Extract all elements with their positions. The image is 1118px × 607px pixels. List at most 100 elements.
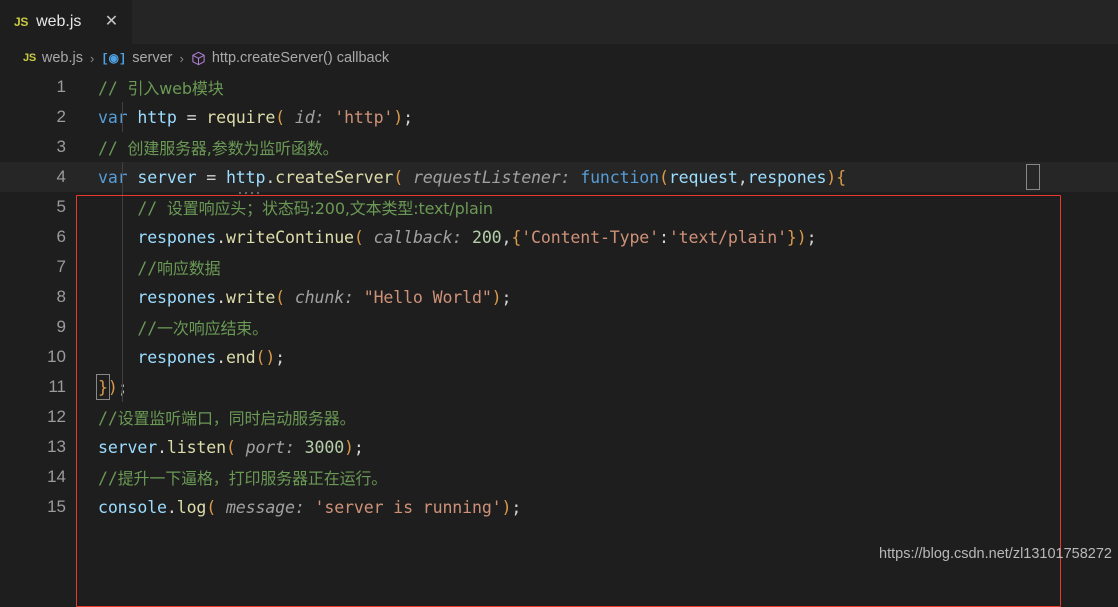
code-text: respones.end(); <box>66 348 1118 367</box>
code-line[interactable]: 9 //一次响应结束。 <box>0 312 1118 342</box>
code-text: console.log( message: 'server is running… <box>66 498 1118 517</box>
close-icon[interactable]: ✕ <box>103 14 119 30</box>
code-token: var <box>98 167 128 187</box>
code-token: write <box>225 287 276 307</box>
code-text: //提升一下逼格，打印服务器正在运行。 <box>66 465 1118 489</box>
cube-symbol-icon <box>191 51 206 66</box>
code-token: ; <box>275 347 286 367</box>
code-token: } <box>786 227 797 247</box>
code-token: 响应数据 <box>157 259 221 278</box>
line-number: 6 <box>56 227 66 246</box>
code-line[interactable]: 14//提升一下逼格，打印服务器正在运行。 <box>0 462 1118 492</box>
code-token: message: <box>225 497 305 517</box>
code-text: // 创建服务器,参数为监听函数。 <box>66 135 1118 159</box>
code-line[interactable]: 10 respones.end(); <box>0 342 1118 372</box>
code-line[interactable]: 15 console.log( message: 'server is runni… <box>0 492 1118 522</box>
code-line[interactable]: 2 var http = require( id: 'http'); <box>0 102 1118 132</box>
code-token: callback: <box>373 227 463 247</box>
code-token: // <box>98 319 158 338</box>
line-number: 8 <box>56 287 66 306</box>
code-token: // <box>98 259 158 278</box>
breadcrumb: JS web.js › [◉] server › http.createServ… <box>0 44 1118 72</box>
breadcrumb-item-file[interactable]: web.js <box>42 50 83 66</box>
code-token: . <box>216 347 226 367</box>
code-token: ) <box>265 347 276 367</box>
code-token: console <box>98 497 167 517</box>
code-line[interactable]: 3// 创建服务器,参数为监听函数。 <box>0 132 1118 162</box>
code-line[interactable]: 5 // 设置响应头；状态码:200,文本类型:text/plain <box>0 192 1118 222</box>
breadcrumb-item-server[interactable]: server <box>132 50 172 66</box>
code-line[interactable]: 13 server.listen( port: 3000); <box>0 432 1118 462</box>
code-token: require <box>206 107 276 127</box>
code-line[interactable]: 1// 引入web模块 <box>0 72 1118 102</box>
code-token: : <box>658 227 669 247</box>
code-token: "Hello World" <box>363 287 492 307</box>
code-token: listen <box>166 437 226 457</box>
code-token: ; <box>511 497 522 517</box>
code-text: // 设置响应头；状态码:200,文本类型:text/plain <box>66 195 1118 219</box>
indent-guide <box>122 162 123 402</box>
code-token: = <box>186 107 197 127</box>
code-token: 引入web模块 <box>127 79 224 98</box>
line-number: 5 <box>56 197 66 216</box>
code-line[interactable]: 8 respones.write( chunk: "Hello World"); <box>0 282 1118 312</box>
code-token: http <box>225 167 266 187</box>
breadcrumb-item-callback[interactable]: http.createServer() callback <box>212 50 389 66</box>
indent-guide <box>122 102 123 132</box>
code-token: ; <box>806 227 817 247</box>
code-token: } <box>98 377 108 397</box>
line-number: 14 <box>47 467 66 486</box>
code-token: = <box>206 167 217 187</box>
line-number: 1 <box>56 77 66 96</box>
code-token: ) <box>491 287 502 307</box>
code-token: // <box>98 199 167 218</box>
code-token: respones <box>137 347 217 367</box>
tab-bar-empty-area <box>133 0 1118 44</box>
code-token: , <box>501 227 512 247</box>
code-token: ( <box>255 347 266 367</box>
line-number: 2 <box>56 107 66 126</box>
code-token: . <box>166 497 177 517</box>
line-number: 12 <box>47 407 66 426</box>
code-token: ) <box>501 497 512 517</box>
code-line[interactable]: 4 var server = http.createServer( request… <box>0 162 1118 192</box>
code-token: end <box>225 347 256 367</box>
code-text: //设置监听端口，同时启动服务器。 <box>66 405 1118 429</box>
code-token: 一次响应结束。 <box>157 319 268 338</box>
code-token: ( <box>225 437 236 457</box>
editor-window: JS web.js ✕ JS web.js › [◉] server › htt… <box>0 0 1118 607</box>
code-text: // 引入web模块 <box>66 75 1118 99</box>
code-editor[interactable]: 1// 引入web模块 2 var http = require( id: 'htt… <box>0 72 1118 607</box>
code-token: 设置监听端口，同时启动服务器。 <box>117 409 356 428</box>
code-token: log <box>176 497 207 517</box>
line-number: 3 <box>56 137 66 156</box>
code-token: request <box>668 167 738 187</box>
tab-bar: JS web.js ✕ <box>0 0 1118 44</box>
code-token: . <box>216 227 226 247</box>
watermark: https://blog.csdn.net/zl13101758272 <box>879 546 1112 562</box>
code-token: ) <box>107 377 118 397</box>
code-token: ( <box>206 497 217 517</box>
code-token: . <box>216 287 226 307</box>
code-line[interactable]: 12//设置监听端口，同时启动服务器。 <box>0 402 1118 432</box>
code-line[interactable]: 11}); <box>0 372 1118 402</box>
code-token: ( <box>658 167 669 187</box>
code-token: writeContinue <box>225 227 354 247</box>
code-line[interactable]: 6 respones.writeContinue( callback: 200,… <box>0 222 1118 252</box>
tab-web-js[interactable]: JS web.js ✕ <box>0 0 134 44</box>
code-text: server.listen( port: 3000); <box>66 438 1118 457</box>
line-number: 7 <box>56 257 66 276</box>
code-token: // <box>98 139 128 158</box>
code-token: 创建服务器,参数为监听函数。 <box>127 139 339 158</box>
code-line[interactable]: 7 //响应数据 <box>0 252 1118 282</box>
